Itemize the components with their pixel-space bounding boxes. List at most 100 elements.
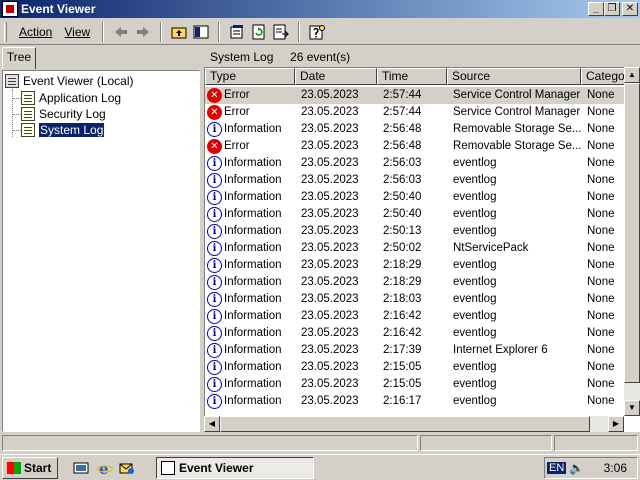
show-desktop-icon[interactable] [72, 459, 90, 477]
cell-category: None [587, 140, 615, 152]
cell-time: 2:18:03 [383, 293, 422, 305]
table-row[interactable]: i Information 23.05.2023 2:50:13 eventlog Non… [205, 223, 625, 240]
menu-action[interactable]: Action [13, 23, 58, 41]
language-indicator[interactable]: EN [547, 462, 567, 474]
table-row[interactable]: ✕ Error 23.05.2023 2:57:44 Service Control M… [205, 87, 625, 104]
table-row[interactable]: i Information 23.05.2023 2:56:03 eventlog Non… [205, 172, 625, 189]
cell-type: i Information [205, 189, 295, 206]
cell-date: 23.05.2023 [301, 191, 359, 203]
show-hide-tree-icon[interactable] [190, 22, 212, 42]
tree-item-system-log[interactable]: System Log [21, 122, 106, 138]
scroll-left-button[interactable]: ◀ [204, 416, 220, 432]
menu-view[interactable]: View [58, 23, 96, 41]
table-row[interactable]: i Information 23.05.2023 2:18:29 eventlog Non… [205, 257, 625, 274]
table-row[interactable]: i Information 23.05.2023 2:18:29 eventlog Non… [205, 274, 625, 291]
column-header-category[interactable]: Catego [581, 68, 625, 85]
table-row[interactable]: i Information 23.05.2023 2:50:40 eventlog Non… [205, 189, 625, 206]
tree-root-event-viewer[interactable]: Event Viewer (Local) [5, 73, 134, 89]
table-row[interactable]: i Information 23.05.2023 2:15:05 eventlog Non… [205, 376, 625, 393]
cell-category: None [587, 327, 615, 339]
cell-source: eventlog [453, 327, 497, 339]
scroll-right-button[interactable]: ▶ [608, 416, 624, 432]
internet-explorer-icon[interactable]: e [96, 459, 114, 477]
outlook-express-icon[interactable] [118, 459, 136, 477]
start-button[interactable]: Start [2, 457, 58, 479]
export-list-icon[interactable] [270, 22, 292, 42]
table-row[interactable]: i Information 23.05.2023 2:16:42 eventlog Non… [205, 308, 625, 325]
column-header-time[interactable]: Time [377, 68, 447, 85]
cell-date: 23.05.2023 [301, 157, 359, 169]
cell-type: i Information [205, 291, 295, 308]
table-row[interactable]: i Information 23.05.2023 2:56:48 Removable S… [205, 121, 625, 138]
information-icon: i [207, 292, 222, 307]
toolbar-grip[interactable] [4, 21, 7, 42]
cell-category: None [587, 157, 615, 169]
table-row[interactable]: i Information 23.05.2023 2:56:03 eventlog Non… [205, 155, 625, 172]
back-arrow-icon[interactable] [110, 22, 132, 42]
table-row[interactable]: i Information 23.05.2023 2:15:05 eventlog Non… [205, 359, 625, 376]
horizontal-scrollbar[interactable]: ◀ ▶ [204, 416, 624, 432]
table-row[interactable]: ✕ Error 23.05.2023 2:57:44 Service Control M… [205, 104, 625, 121]
close-button[interactable]: ✕ [622, 2, 638, 16]
table-row[interactable]: i Information 23.05.2023 2:17:39 Internet Ex… [205, 342, 625, 359]
scroll-down-button[interactable]: ▼ [624, 400, 640, 416]
cell-time: 2:56:48 [383, 140, 422, 152]
toolbar-separator [160, 21, 163, 42]
refresh-icon[interactable] [248, 22, 270, 42]
event-viewer-app-icon[interactable] [2, 1, 18, 17]
help-icon[interactable] [306, 22, 328, 42]
cell-type: i Information [205, 274, 295, 291]
tree-item-application-log[interactable]: Application Log [21, 90, 121, 106]
forward-arrow-icon[interactable] [132, 22, 154, 42]
cell-time: 2:50:40 [383, 208, 422, 220]
cell-type: i Information [205, 172, 295, 189]
table-row[interactable]: i Information 23.05.2023 2:18:03 eventlog Non… [205, 291, 625, 308]
cell-type: i Information [205, 240, 295, 257]
cell-date: 23.05.2023 [301, 225, 359, 237]
cell-source: Removable Storage Se... [453, 123, 581, 135]
cell-category: None [587, 191, 615, 203]
table-row[interactable]: i Information 23.05.2023 2:16:17 eventlog Non… [205, 393, 625, 410]
cell-type: i Information [205, 342, 295, 359]
cell-type: i Information [205, 223, 295, 240]
cell-category: None [587, 395, 615, 407]
cell-source: eventlog [453, 157, 497, 169]
tab-tree[interactable]: Tree [2, 47, 36, 69]
properties-icon[interactable] [226, 22, 248, 42]
table-row[interactable]: ✕ Error 23.05.2023 2:56:48 Removable Storage… [205, 138, 625, 155]
event-list[interactable]: Type Date Time Source Catego ✕ Error 23.05… [204, 67, 640, 432]
information-icon: i [207, 394, 222, 409]
horizontal-scroll-thumb[interactable] [220, 416, 590, 432]
cell-category: None [587, 174, 615, 186]
taskbar: Start e Event Viewer EN 🔈 3:06 [0, 454, 640, 480]
tree-pane[interactable]: Event Viewer (Local) Application Log Sec… [2, 70, 200, 432]
cell-category: None [587, 361, 615, 373]
cell-date: 23.05.2023 [301, 344, 359, 356]
cell-category: None [587, 378, 615, 390]
vertical-scroll-thumb[interactable] [624, 83, 640, 383]
cell-category: None [587, 208, 615, 220]
volume-icon[interactable]: 🔈 [569, 461, 584, 475]
column-header-source[interactable]: Source [447, 68, 581, 85]
cell-category: None [587, 310, 615, 322]
log-name: System Log [210, 50, 274, 64]
tree-item-security-log[interactable]: Security Log [21, 106, 106, 122]
computer-log-icon [5, 74, 19, 88]
table-row[interactable]: i Information 23.05.2023 2:50:40 eventlog Non… [205, 206, 625, 223]
minimize-button[interactable]: _ [588, 2, 604, 16]
scroll-up-button[interactable]: ▲ [624, 67, 640, 83]
log-icon [21, 107, 35, 121]
cell-type: i Information [205, 359, 295, 376]
up-folder-icon[interactable] [168, 22, 190, 42]
column-header-type[interactable]: Type [205, 68, 295, 85]
column-header-date[interactable]: Date [295, 68, 377, 85]
cell-category: None [587, 276, 615, 288]
table-row[interactable]: i Information 23.05.2023 2:50:02 NtServicePa… [205, 240, 625, 257]
vertical-scrollbar[interactable]: ▲ ▼ [624, 67, 640, 416]
taskbar-button-event-viewer[interactable]: Event Viewer [156, 457, 314, 479]
toolbar-separator [218, 21, 221, 42]
restore-button[interactable]: ❐ [604, 2, 620, 16]
table-row[interactable]: i Information 23.05.2023 2:16:42 eventlog Non… [205, 325, 625, 342]
clock[interactable]: 3:06 [604, 461, 627, 475]
title-bar: Event Viewer _ ❐ ✕ [0, 0, 640, 18]
